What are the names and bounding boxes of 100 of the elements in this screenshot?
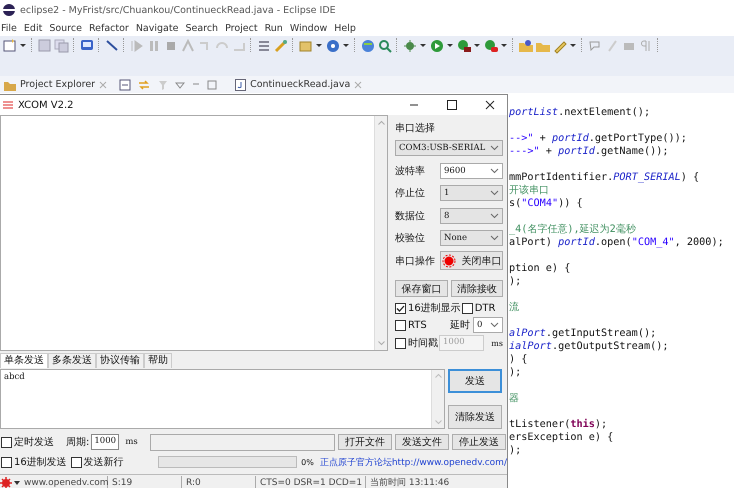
chevron-icon [490,168,499,174]
chevron-icon [490,190,499,196]
delay-select[interactable]: 0 [473,317,503,333]
globe-icon[interactable] [360,38,375,54]
clear-send-button[interactable]: 清除发送 [448,405,502,429]
unit-label: ms [491,338,503,348]
link-icon[interactable] [137,78,152,90]
code-line: ); [509,366,522,379]
code-line: alPort.getInputStream(); [509,327,656,340]
folder-icon[interactable] [518,38,533,54]
code-line: ersException e) { [509,431,614,444]
maximize-icon[interactable] [447,100,457,110]
checkbox[interactable] [70,456,82,468]
collapse-icon[interactable] [119,78,132,90]
checkbox[interactable] [395,302,406,314]
setting-select[interactable]: 9600 [440,162,503,179]
menu-item[interactable]: Refactor [88,22,129,34]
menu-item[interactable]: Help [334,22,356,34]
gear-icon[interactable] [0,477,14,488]
chevron-icon [490,145,499,152]
save-all-icon[interactable] [54,38,69,54]
period-label: 周期: [66,436,90,449]
debug-icon[interactable] [402,38,417,54]
status-text: R:0 [182,476,256,488]
menu-item[interactable]: Project [225,22,258,34]
file-button[interactable]: 停止发送 [452,434,506,450]
setting-label: 数据位 [395,210,426,223]
send-tab[interactable]: 帮助 [144,353,172,368]
delay-label: 延时 [450,318,470,332]
checkbox[interactable] [462,302,473,314]
receive-button[interactable]: 清除接收 [450,280,503,297]
code-line: tListener(this); [509,418,608,431]
menu-item[interactable]: Source [49,22,82,34]
forum-link[interactable]: 正点原子官方论坛http://www.openedv.com/ [320,456,507,468]
external-tool-icon[interactable] [483,38,498,54]
app-logo-icon [2,100,14,110]
menu-item[interactable]: Search [185,22,218,34]
setting-label: 校验位 [395,232,426,246]
close-port-button[interactable]: 关闭串口 [440,251,503,270]
file-path-field[interactable] [150,434,335,450]
window-title: XCOM V2.2 [18,100,75,110]
checkbox-label: 16进制显示 [408,302,461,315]
code-line: --->" + portId.getName()); [509,145,668,158]
menu-item[interactable]: Edit [24,22,42,34]
period-field[interactable]: 1000 [91,434,120,450]
chevron-icon [490,235,499,242]
menu-item[interactable]: Window [290,22,328,34]
send-tab[interactable]: 协议传输 [96,353,144,368]
checkbox[interactable] [1,456,12,468]
port-select-label: 串口选择 [395,122,435,135]
send-button[interactable]: 发送 [448,369,502,393]
receive-button[interactable]: 保存窗口 [395,280,448,297]
scroll-down-icon[interactable] [378,341,384,346]
code-line: 器 [509,392,519,405]
checkbox[interactable] [395,320,406,330]
save-icon[interactable] [37,38,52,54]
setting-label: 波特率 [395,164,426,178]
editor-tab[interactable]: ContinueckRead.java [231,76,366,92]
code-line: portList.nextElement(); [509,106,650,119]
view-tab[interactable]: Project Explorer [0,76,112,92]
run-coverage-icon[interactable] [456,38,471,54]
code-line: 流 [509,301,519,314]
progress-reading: 0% [301,458,314,466]
status-dot-icon [442,254,456,268]
code-line: mmPortIdentifier.PORT_SERIAL) { [509,171,700,184]
code-line: ); [509,275,522,288]
code-line: ialPort.getOutputStream(); [509,340,668,353]
view-menu-icon[interactable] [175,80,186,90]
status-text: www.openedv.com [20,476,108,488]
code-line: -->" + portId.getPortType()); [509,132,687,145]
new-file-icon[interactable] [2,38,17,54]
send-tab[interactable]: 多条发送 [48,353,96,368]
checkbox[interactable] [395,338,406,348]
brush-icon[interactable] [273,38,288,54]
code-line: ption e) { [509,262,570,275]
menu-item[interactable]: Run [264,22,283,34]
file-button[interactable]: 发送文件 [394,434,449,450]
run-icon[interactable] [429,38,444,54]
send-tab[interactable]: 单条发送 [0,353,48,368]
search-icon[interactable] [377,38,392,54]
menu-item[interactable]: File [1,22,17,34]
window-title: eclipse2 - MyFrist/src/Chuankou/ContinueckRead.java - Eclipse IDE [20,4,336,16]
code-line: ); [509,444,522,457]
file-button[interactable]: 打开文件 [338,434,392,450]
code-line: s("COM4")) { [509,197,583,210]
status-text: CTS=0 DSR=1 DCD=1 [256,476,366,488]
chevron-icon [490,322,499,328]
dropdown-icon[interactable] [14,481,20,485]
checkbox[interactable] [1,436,12,448]
status-text: 当前时间 13:11:46 [369,476,450,488]
scroll-up-icon[interactable] [378,120,384,125]
eclipse-logo-icon [3,4,15,16]
checkbox-label: 16进制发送 [14,456,67,469]
class-icon[interactable] [325,38,340,54]
code-line: alPort) portId.open("COM_4", 2000); [509,236,724,249]
close-icon[interactable] [485,100,495,110]
setting-label: 停止位 [395,186,426,200]
code-line: 开该串口 [509,184,549,197]
port-action-label: 串口操作 [395,254,436,268]
menu-item[interactable]: Navigate [136,22,178,34]
